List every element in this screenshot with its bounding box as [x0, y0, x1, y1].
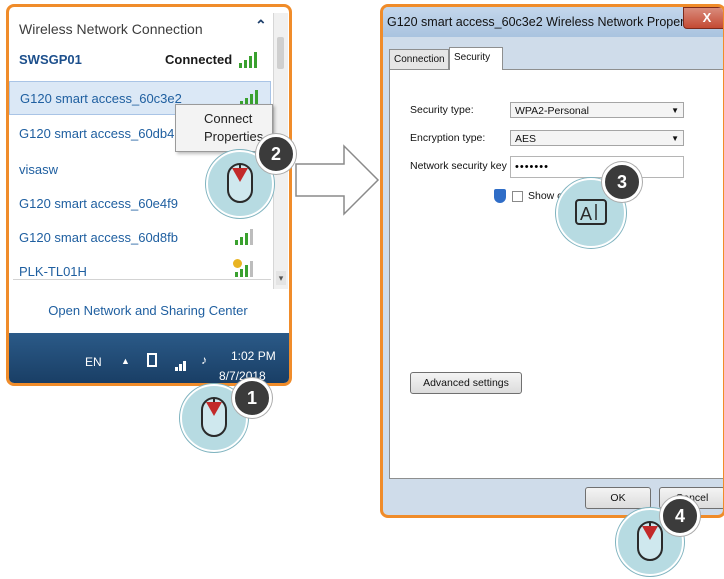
tab-security[interactable]: Security	[449, 47, 503, 70]
volume-icon[interactable]: ♪	[201, 353, 217, 369]
network-item-swsgp01[interactable]: SWSGP01 Connected	[9, 43, 271, 77]
security-type-select[interactable]: WPA2-Personal ▼	[510, 102, 684, 118]
network-name: SWSGP01	[19, 52, 82, 67]
network-name: G120 smart access_60db4	[19, 126, 175, 141]
show-characters-checkbox[interactable]	[512, 191, 523, 202]
close-button[interactable]: X	[683, 7, 723, 29]
scrollbar-thumb[interactable]	[277, 37, 284, 69]
tab-connection[interactable]: Connection	[389, 49, 449, 69]
action-center-icon[interactable]	[147, 353, 157, 367]
scroll-down-icon[interactable]: ▾	[276, 271, 286, 285]
dropdown-arrow-icon: ▼	[671, 134, 679, 143]
dialog-title: G120 smart access_60c3e2 Wireless Networ…	[387, 15, 704, 29]
security-panel: Security type: WPA2-Personal ▼ Encryptio…	[389, 69, 723, 479]
network-name: PLK-TL01H	[19, 264, 87, 279]
wireless-properties-dialog: G120 smart access_60c3e2 Wireless Networ…	[380, 4, 724, 518]
connection-status: Connected	[165, 52, 233, 67]
step-badge-3: 3	[602, 162, 642, 202]
flyout-divider	[13, 279, 271, 280]
context-connect-item[interactable]: Connect	[204, 111, 252, 126]
encryption-type-value: AES	[515, 133, 537, 145]
security-type-label: Security type:	[410, 104, 474, 116]
step-badge-2: 2	[256, 134, 296, 174]
collapse-chevron-icon[interactable]: ⌃	[255, 17, 267, 34]
network-name: G120 smart access_60c3e2	[20, 91, 182, 106]
step-badge-4: 4	[660, 496, 700, 536]
network-name: G120 smart access_60d8fb	[19, 230, 178, 245]
show-hidden-icons-icon[interactable]: ▲	[121, 356, 130, 366]
encryption-type-select[interactable]: AES ▼	[510, 130, 684, 146]
network-name: visasw	[19, 162, 59, 177]
flyout-title: Wireless Network Connection	[19, 21, 203, 37]
advanced-settings-button[interactable]: Advanced settings	[410, 372, 522, 394]
network-key-input[interactable]: •••••••	[510, 156, 684, 178]
signal-strength-icon	[235, 229, 257, 245]
open-network-sharing-center-link[interactable]: Open Network and Sharing Center	[9, 303, 287, 318]
encryption-type-label: Encryption type:	[410, 132, 486, 144]
dropdown-arrow-icon: ▼	[671, 106, 679, 115]
flow-arrow-icon	[295, 144, 380, 216]
context-properties-item[interactable]: Properties	[204, 129, 263, 144]
signal-strength-icon	[239, 52, 261, 68]
network-key-label: Network security key	[410, 160, 507, 172]
svg-text:A: A	[580, 204, 592, 224]
network-item-plk-tl01h[interactable]: PLK-TL01H	[9, 255, 271, 289]
ok-button[interactable]: OK	[585, 487, 651, 509]
language-indicator[interactable]: EN	[85, 355, 102, 369]
dialog-tabs: Connection Security	[389, 47, 723, 70]
signal-warning-icon	[233, 259, 257, 277]
step-badge-1: 1	[232, 378, 272, 418]
dialog-titlebar: G120 smart access_60c3e2 Wireless Networ…	[383, 7, 723, 37]
shield-icon	[494, 189, 506, 203]
wireless-tray-icon[interactable]	[175, 355, 197, 371]
security-type-value: WPA2-Personal	[515, 105, 589, 117]
network-item-60d8fb[interactable]: G120 smart access_60d8fb	[9, 221, 271, 255]
clock-time[interactable]: 1:02 PM	[231, 349, 276, 363]
network-name: G120 smart access_60e4f9	[19, 196, 178, 211]
